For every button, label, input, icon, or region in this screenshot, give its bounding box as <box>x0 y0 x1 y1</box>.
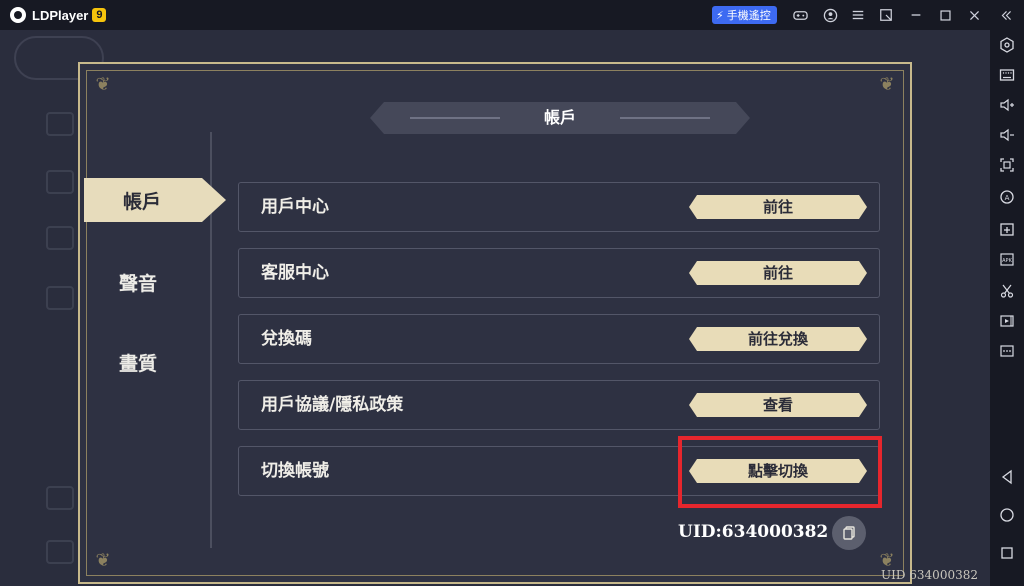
add-window-icon[interactable] <box>998 220 1016 238</box>
background-icon <box>46 112 74 136</box>
settings-hex-icon[interactable] <box>998 36 1016 54</box>
back-icon[interactable] <box>998 468 1016 486</box>
emulator-toolbar: A APK <box>990 30 1024 586</box>
view-agreement-button[interactable]: 查看 <box>689 393 867 417</box>
window-mode-icon[interactable] <box>878 7 894 23</box>
user-center-go-button[interactable]: 前往 <box>689 195 867 219</box>
uid-footer: UID 634000382 <box>880 568 978 582</box>
account-icon[interactable] <box>822 7 838 23</box>
tab-label: 帳戶 <box>122 190 161 213</box>
row-user-agreement: 用戶協議/隱私政策 查看 <box>238 380 880 430</box>
gear-icon <box>46 540 74 564</box>
mail-icon <box>46 170 74 194</box>
row-redeem-code: 兌換碼 前往兌換 <box>238 314 880 364</box>
row-label: 切換帳號 <box>261 461 329 481</box>
uid-label: UID:634000382 <box>678 522 829 542</box>
remote-control-label: 手機遙控 <box>726 9 771 22</box>
gamepad-icon[interactable] <box>792 7 808 23</box>
tab-label: 聲音 <box>118 272 157 295</box>
row-label: 用戶協議/隱私政策 <box>261 395 404 415</box>
menu-icon[interactable] <box>850 7 866 23</box>
video-record-icon[interactable] <box>998 312 1016 330</box>
svg-text:APK: APK <box>1002 258 1012 264</box>
redeem-code-button[interactable]: 前往兌換 <box>689 327 867 351</box>
row-label: 兌換碼 <box>261 329 312 349</box>
remote-control-button[interactable]: ⚡ 手機遙控 <box>712 6 777 24</box>
collapse-sidebar-icon[interactable] <box>998 7 1014 23</box>
refresh-icon <box>46 486 74 510</box>
more-options-icon[interactable] <box>998 342 1016 360</box>
tab-account[interactable]: 帳戶 <box>84 178 226 222</box>
corner-ornament-icon: ❦ <box>879 74 895 95</box>
home-icon[interactable] <box>998 506 1016 524</box>
account-settings-dialog: ❦ ❦ ❦ ❦ 帳戶 帳戶 聲音 畫質 用戶中心 前往 客服中心 前往 兌換碼 <box>78 62 912 584</box>
tab-graphics[interactable]: 畫質 <box>84 340 204 384</box>
row-label: 客服中心 <box>261 263 329 283</box>
svg-text:A: A <box>1005 194 1010 202</box>
bell-icon <box>46 226 74 250</box>
highlight-box <box>678 436 882 508</box>
row-label: 用戶中心 <box>261 197 329 217</box>
keyboard-icon[interactable] <box>998 66 1016 84</box>
auto-click-icon[interactable]: A <box>998 188 1016 206</box>
version-badge: 9 <box>92 8 107 22</box>
recent-apps-icon[interactable] <box>998 544 1016 562</box>
close-icon[interactable] <box>966 7 982 23</box>
dialog-title-bar: 帳戶 <box>370 102 750 134</box>
row-user-center: 用戶中心 前往 <box>238 182 880 232</box>
checklist-icon <box>46 286 74 310</box>
emulator-title-bar: LDPlayer 9 ⚡ 手機遙控 <box>0 0 1024 30</box>
lightning-icon: ⚡ <box>716 8 724 22</box>
apk-install-icon[interactable]: APK <box>998 250 1016 268</box>
copy-icon <box>843 526 855 540</box>
app-name: LDPlayer <box>32 7 89 23</box>
maximize-icon[interactable] <box>937 7 953 23</box>
screenshot-icon[interactable] <box>998 156 1016 174</box>
customer-service-go-button[interactable]: 前往 <box>689 261 867 285</box>
volume-up-icon[interactable] <box>998 96 1016 114</box>
game-screen: ❦ ❦ ❦ ❦ 帳戶 帳戶 聲音 畫質 用戶中心 前往 客服中心 前往 兌換碼 <box>0 30 990 586</box>
copy-uid-button[interactable] <box>832 516 866 550</box>
minimize-icon[interactable] <box>908 7 924 23</box>
corner-ornament-icon: ❦ <box>95 74 111 95</box>
ldplayer-logo-icon <box>10 7 26 23</box>
app-logo: LDPlayer 9 <box>10 7 107 23</box>
corner-ornament-icon: ❦ <box>95 550 111 571</box>
volume-down-icon[interactable] <box>998 126 1016 144</box>
tab-sound[interactable]: 聲音 <box>84 260 204 304</box>
dialog-title: 帳戶 <box>543 108 576 127</box>
scissors-icon[interactable] <box>998 282 1016 300</box>
tab-label: 畫質 <box>118 352 157 375</box>
row-customer-service: 客服中心 前往 <box>238 248 880 298</box>
